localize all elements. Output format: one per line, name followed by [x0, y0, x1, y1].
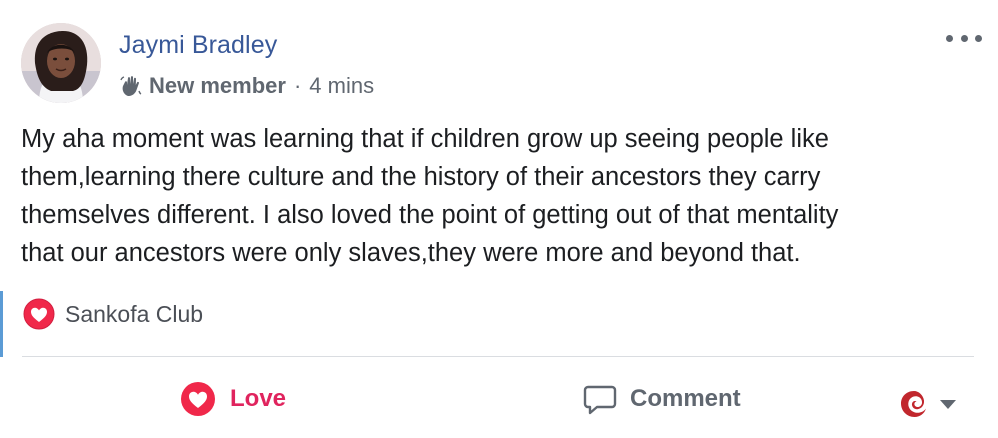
- more-options-icon: [946, 34, 953, 42]
- post-text-line: themselves different. I also loved the p…: [21, 201, 839, 229]
- actions-divider: [22, 356, 974, 357]
- post-timestamp[interactable]: 4 mins: [309, 73, 374, 99]
- member-badge[interactable]: New member: [149, 73, 286, 99]
- avatar[interactable]: [21, 23, 101, 103]
- more-options-dot: [960, 34, 968, 42]
- love-button-label: Love: [230, 385, 287, 412]
- comment-button[interactable]: Comment: [582, 377, 741, 421]
- post-text-line: that our ancestors were only slaves,they…: [21, 239, 801, 267]
- author-name-link[interactable]: Jaymi Bradley: [119, 31, 277, 60]
- post-text-line: My aha moment was learning that if child…: [21, 125, 829, 153]
- comment-button-label: Comment: [630, 385, 741, 412]
- group-tag[interactable]: Sankofa Club: [23, 298, 203, 330]
- love-heart-icon: [181, 382, 215, 416]
- meta-separator: ·: [293, 73, 302, 98]
- post-body: My aha moment was learning that if child…: [21, 120, 971, 272]
- post-text-line: them,learning there culture and the hist…: [21, 163, 821, 191]
- wave-hand-icon: [120, 76, 142, 96]
- reaction-selector-icon: [901, 391, 926, 417]
- love-heart-icon: [23, 298, 55, 330]
- post-meta: New member · 4 mins: [119, 72, 374, 100]
- group-tag-accent: [0, 291, 3, 357]
- more-options-dot: [975, 34, 982, 42]
- love-button[interactable]: Love: [180, 377, 286, 421]
- chevron-down-icon: [940, 399, 956, 409]
- reaction-selector-button[interactable]: [898, 382, 956, 426]
- more-options-button[interactable]: [946, 28, 982, 48]
- comment-bubble-icon: [583, 385, 617, 415]
- group-tag-label: Sankofa Club: [65, 300, 204, 327]
